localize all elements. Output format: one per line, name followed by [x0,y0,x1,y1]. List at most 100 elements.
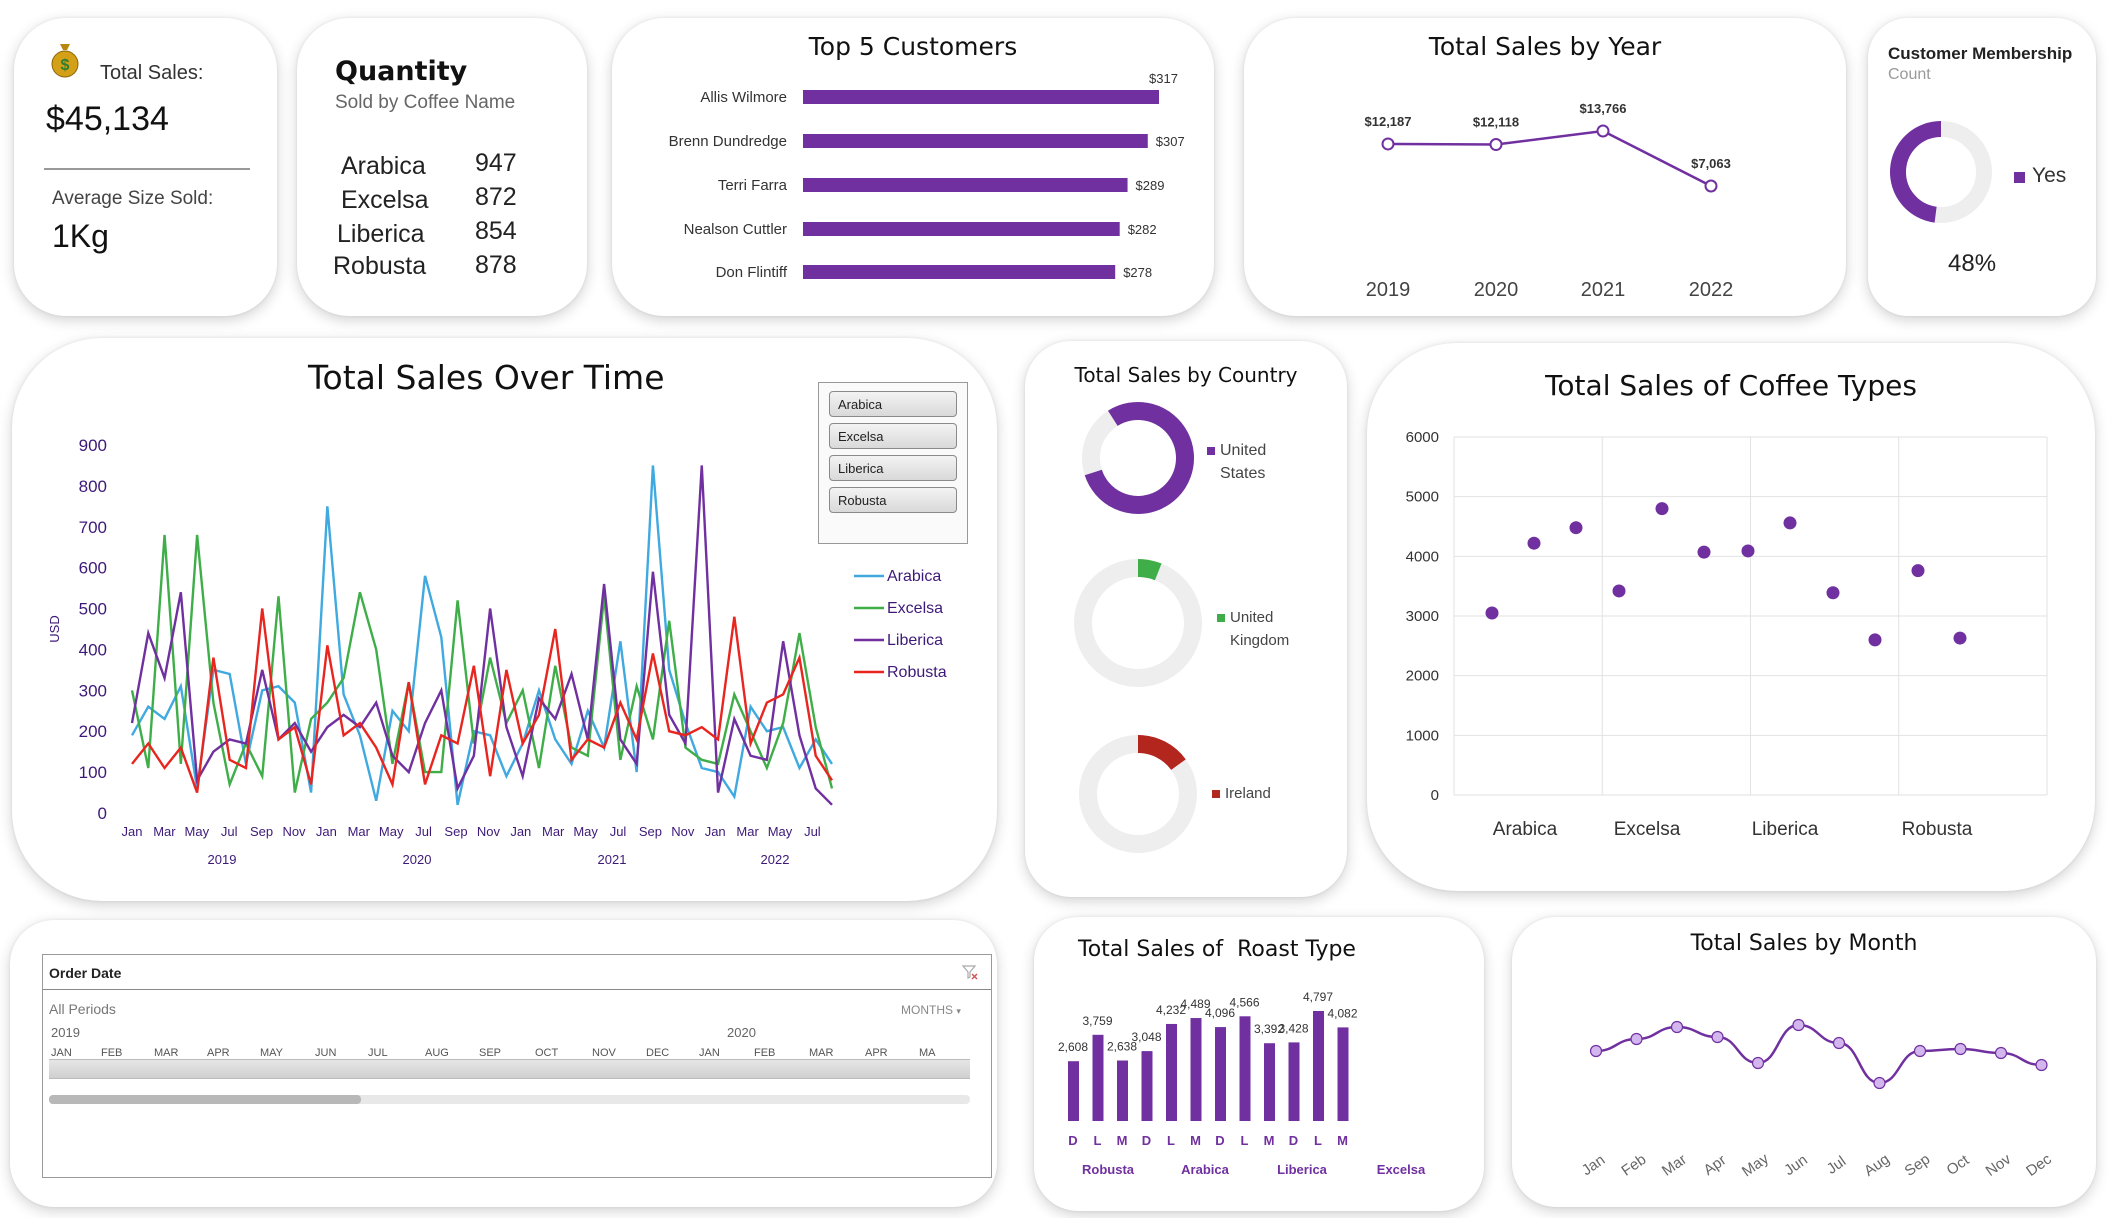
month-tick-label: Oct [1943,1151,1973,1179]
coffee-qty: 947 [475,149,517,177]
year-point [1704,179,1718,193]
month-tick-label: Mar [1659,1151,1690,1180]
timeline-month[interactable]: AUG [425,1047,449,1059]
roast-category-label: M [1337,1133,1348,1148]
y-tick-label: 600 [79,559,107,578]
y-tick-label: 1000 [1406,727,1439,744]
timeline-month[interactable]: SEP [479,1047,501,1059]
chevron-down-icon: ▾ [956,1006,961,1016]
timeline-month[interactable]: MAR [809,1047,833,1059]
timeline-month[interactable]: MAR [154,1047,178,1059]
scatter-point [1655,502,1669,516]
scatter-point [1527,536,1541,550]
roast-category-label: M [1264,1133,1275,1148]
x-tick-label: Jul [415,824,432,839]
month-point [1589,1044,1603,1058]
customer-bar [803,222,1120,236]
scatter-point [1612,584,1626,598]
country-legend-label: Ireland [1225,785,1271,802]
timeline-month[interactable]: JUN [315,1047,336,1059]
timeline-month[interactable]: OCT [535,1047,558,1059]
x-category-label: Arabica [1493,819,1558,840]
timeline-year-label: 2020 [727,1025,756,1040]
scatter-point [1783,516,1797,530]
y-tick-label: 3000 [1406,608,1439,625]
month-point [1873,1076,1886,1090]
month-tick-label: May [1739,1150,1772,1180]
month-point [1954,1042,1967,1056]
roast-bar [1215,1027,1226,1121]
month-point [1751,1056,1765,1070]
year-value-label: $12,118 [1473,115,1519,130]
timeline-month[interactable]: JAN [51,1047,72,1059]
year-value-label: $13,766 [1580,101,1627,116]
x-tick-label: Jul [221,824,238,839]
x-year-label: 2022 [761,852,790,867]
roast-value-label: 2,608 [1058,1040,1088,1054]
legend-label: Excelsa [887,600,943,617]
customer-value-label: $278 [1123,265,1152,280]
timeline-month[interactable]: APR [865,1047,888,1059]
clear-filter-icon[interactable] [961,963,979,981]
top-customers-card: Top 5 Customers Allis Wilmore $317 Brenn D… [612,18,1214,316]
roast-value-label: 3,759 [1082,1014,1112,1028]
membership-legend-label: Yes [2032,164,2067,187]
year-point [1596,124,1610,138]
legend-label: Liberica [887,632,943,649]
membership-card: Customer Membership Count Yes 48% [1868,18,2096,316]
roast-value-label: 3,048 [1131,1030,1161,1044]
coffee-name: Arabica [341,152,426,180]
scatter-point [1697,545,1711,559]
x-year-label: 2021 [598,852,627,867]
svg-text:$: $ [61,57,70,74]
roast-value-label: 4,082 [1327,1006,1357,1020]
timeline-month[interactable]: MAY [260,1047,283,1059]
roast-bar [1190,1018,1202,1121]
scatter-point [1485,606,1499,620]
timeline-month[interactable]: JUL [368,1047,388,1059]
x-year-label: 2019 [208,852,237,867]
y-tick-label: 800 [79,477,107,496]
legend-label: Arabica [887,568,941,585]
y-tick-label: 500 [79,600,107,619]
timeline-month[interactable]: NOV [592,1047,616,1059]
timeline-bar[interactable] [49,1059,970,1079]
roast-category-label: D [1142,1133,1151,1148]
roast-bar [1092,1034,1104,1121]
total-sales-label: Total Sales: [100,62,204,84]
timeline-month[interactable]: FEB [754,1047,775,1059]
country-ring-track [1074,559,1202,687]
legend-label: Robusta [887,664,947,681]
sales-by-country-card: Total Sales by Country United States Unite… [1025,341,1347,897]
customer-value-label: $307 [1156,134,1185,149]
y-tick-label: 200 [79,722,107,741]
scatter-point [1826,586,1840,600]
coffee-qty: 872 [475,183,517,211]
customer-name: Nealson Cuttler [684,221,787,238]
timeline-month[interactable]: APR [207,1047,230,1059]
year-tick-label: 2020 [1474,279,1519,301]
timeline-month[interactable]: JAN [699,1047,720,1059]
timeline-scroll-thumb[interactable] [49,1095,361,1104]
y-tick-label: 900 [79,436,107,455]
month-point [1994,1046,2008,1060]
month-point [1630,1032,1643,1046]
month-point [1711,1030,1724,1044]
x-category-label: Liberica [1752,819,1819,840]
timeline-level-dropdown[interactable]: MONTHS ▾ [901,1003,961,1017]
roast-group-label: Arabica [1181,1162,1229,1177]
top-customers-chart: Allis Wilmore $317 Brenn Dundredge $307 Terr… [669,71,1185,281]
y-tick-label: 400 [79,640,107,659]
customer-bar [803,134,1148,148]
x-tick-label: Nov [671,824,695,839]
total-sales-value: $45,134 [46,100,169,138]
month-tick-label: Dec [2023,1150,2055,1180]
by-month-card: Total Sales by Month Jan Feb Mar Apr May Jun J… [1512,917,2096,1207]
x-tick-label: Jan [510,824,531,839]
timeline-month[interactable]: DEC [646,1047,669,1059]
x-tick-label: May [185,824,210,839]
month-tick-label: Aug [1861,1151,1893,1180]
kpi-divider [44,168,250,170]
timeline-month[interactable]: FEB [101,1047,122,1059]
timeline-month[interactable]: MA [919,1047,936,1059]
